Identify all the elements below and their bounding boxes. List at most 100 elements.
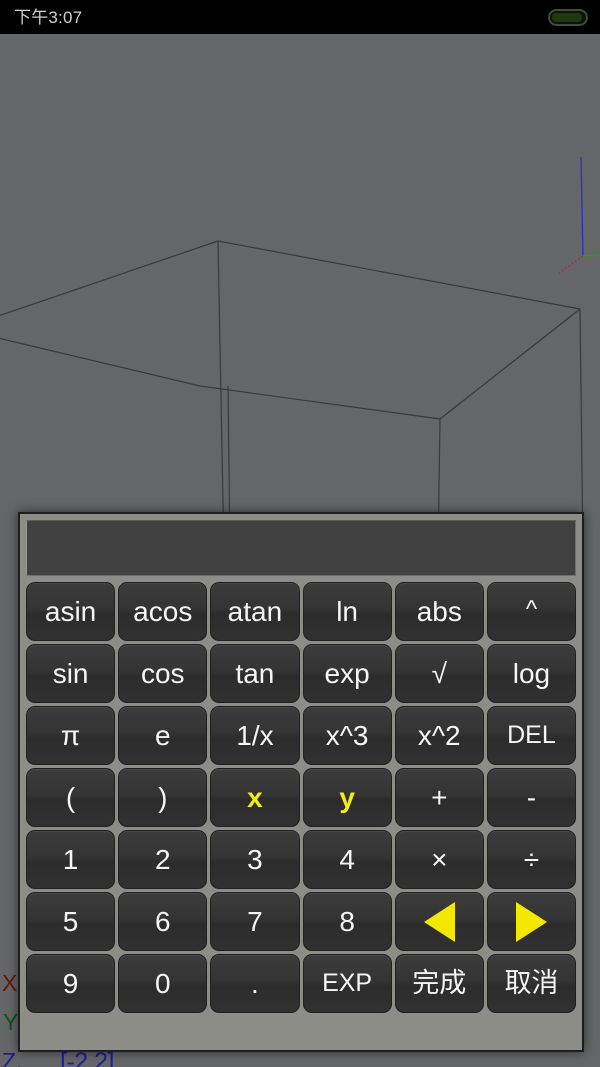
key-label: π <box>60 719 81 751</box>
key-label: ^ <box>525 595 538 623</box>
key-asin[interactable]: asin <box>26 582 116 641</box>
keypad-row: 5 6 7 8 <box>26 892 577 951</box>
key-cancel[interactable]: 取消 <box>486 954 577 1013</box>
key-label: × <box>431 843 448 875</box>
key-paren-open[interactable]: ( <box>26 768 116 827</box>
key-label: acos <box>133 595 193 627</box>
key-8[interactable]: 8 <box>302 892 392 951</box>
key-label: ( <box>65 781 76 813</box>
key-log[interactable]: log <box>486 644 577 703</box>
key-label: exp <box>324 657 370 689</box>
key-label: ÷ <box>523 843 540 875</box>
key-label: 2 <box>154 843 171 875</box>
key-6[interactable]: 6 <box>118 892 208 951</box>
key-sqrt[interactable]: √ <box>394 644 484 703</box>
key-3[interactable]: 3 <box>210 830 300 889</box>
key-label: 1 <box>62 843 79 875</box>
keypad-row: () x y + - <box>26 768 577 827</box>
key-pi[interactable]: π <box>26 706 116 765</box>
key-exponent[interactable]: EXP <box>302 954 392 1013</box>
axis-range-z: [-2,2] <box>60 1048 114 1067</box>
key-label: √ <box>431 657 447 689</box>
key-delete[interactable]: DEL <box>486 706 577 765</box>
app-screen: 下午3:07 X Y Z. [-2,2] asin acos atan ln a… <box>0 0 600 1067</box>
key-exp[interactable]: exp <box>302 644 392 703</box>
key-label: 6 <box>154 905 171 937</box>
key-label: ) <box>158 781 168 813</box>
key-var-x[interactable]: x <box>210 768 300 827</box>
key-multiply[interactable]: × <box>394 830 484 889</box>
key-label: 0 <box>154 967 171 999</box>
key-label: 5 <box>62 905 79 937</box>
key-label: EXP <box>322 969 373 997</box>
key-reciprocal[interactable]: 1/x <box>210 706 300 765</box>
key-0[interactable]: 0 <box>118 954 208 1013</box>
key-cursor-right[interactable] <box>486 892 577 951</box>
key-label: 3 <box>247 843 263 875</box>
axis-label-z: Z. <box>2 1048 23 1067</box>
key-plus[interactable]: + <box>394 768 484 827</box>
key-1[interactable]: 1 <box>26 830 116 889</box>
key-e[interactable]: e <box>118 706 208 765</box>
key-label: e <box>154 719 171 751</box>
arrow-left-icon <box>423 901 455 942</box>
expression-input[interactable] <box>26 520 576 576</box>
key-label: x^3 <box>325 719 369 751</box>
key-cube[interactable]: x^3 <box>302 706 392 765</box>
key-decimal-point[interactable]: . <box>210 954 300 1013</box>
key-4[interactable]: 4 <box>302 830 392 889</box>
key-label: 完成 <box>412 968 467 998</box>
arrow-right-icon <box>515 901 547 942</box>
key-label: DEL <box>507 721 556 749</box>
keypad-row: π e 1/x x^3 x^2 DEL <box>26 706 577 765</box>
status-bar-time: 下午3:07 <box>14 7 83 27</box>
key-2[interactable]: 2 <box>118 830 208 889</box>
keypad-row: 1 2 3 4 × ÷ <box>26 830 577 889</box>
formula-keypad-dialog: asin acos atan ln abs ^ sin cos tan exp √ log π e 1/x x… <box>18 512 584 1052</box>
key-ln[interactable]: ln <box>302 582 392 641</box>
key-label: asin <box>44 595 97 627</box>
key-square[interactable]: x^2 <box>394 706 484 765</box>
key-acos[interactable]: acos <box>118 582 208 641</box>
keypad-row: sin cos tan exp √ log <box>26 644 577 703</box>
key-label: abs <box>416 595 462 627</box>
key-label: x <box>247 781 263 813</box>
key-9[interactable]: 9 <box>26 954 116 1013</box>
key-label: 9 <box>62 967 79 999</box>
key-cursor-left[interactable] <box>394 892 484 951</box>
key-tan[interactable]: tan <box>210 644 300 703</box>
battery-fill <box>552 12 582 22</box>
key-label: tan <box>235 657 275 689</box>
key-minus[interactable]: - <box>486 768 577 827</box>
key-label: + <box>431 781 448 813</box>
key-cos[interactable]: cos <box>118 644 208 703</box>
axis-label-x: X <box>2 970 18 996</box>
key-paren-close[interactable]: ) <box>118 768 208 827</box>
key-label: 1/x <box>236 719 274 751</box>
key-7[interactable]: 7 <box>210 892 300 951</box>
key-label: 取消 <box>504 968 559 998</box>
key-label: log <box>512 657 551 689</box>
key-label: 7 <box>247 905 263 937</box>
key-5[interactable]: 5 <box>26 892 116 951</box>
key-label: ln <box>336 595 358 627</box>
key-sin[interactable]: sin <box>26 644 116 703</box>
key-confirm[interactable]: 完成 <box>394 954 484 1013</box>
key-label: . <box>251 967 259 999</box>
battery-icon <box>548 8 588 26</box>
key-label: 8 <box>339 905 355 937</box>
key-abs[interactable]: abs <box>394 582 484 641</box>
key-label: cos <box>140 657 185 689</box>
key-label: - <box>526 781 537 813</box>
keypad-row: asin acos atan ln abs ^ <box>26 582 577 641</box>
key-label: sin <box>52 657 89 689</box>
keypad-keys: asin acos atan ln abs ^ sin cos tan exp √ log π e 1/x x… <box>26 582 577 1013</box>
key-var-y[interactable]: y <box>302 768 392 827</box>
key-divide[interactable]: ÷ <box>486 830 577 889</box>
key-label: y <box>339 781 355 813</box>
status-bar: 下午3:07 <box>0 0 600 34</box>
key-atan[interactable]: atan <box>210 582 300 641</box>
key-power[interactable]: ^ <box>486 582 577 641</box>
key-label: atan <box>227 595 283 627</box>
key-label: x^2 <box>417 719 461 751</box>
